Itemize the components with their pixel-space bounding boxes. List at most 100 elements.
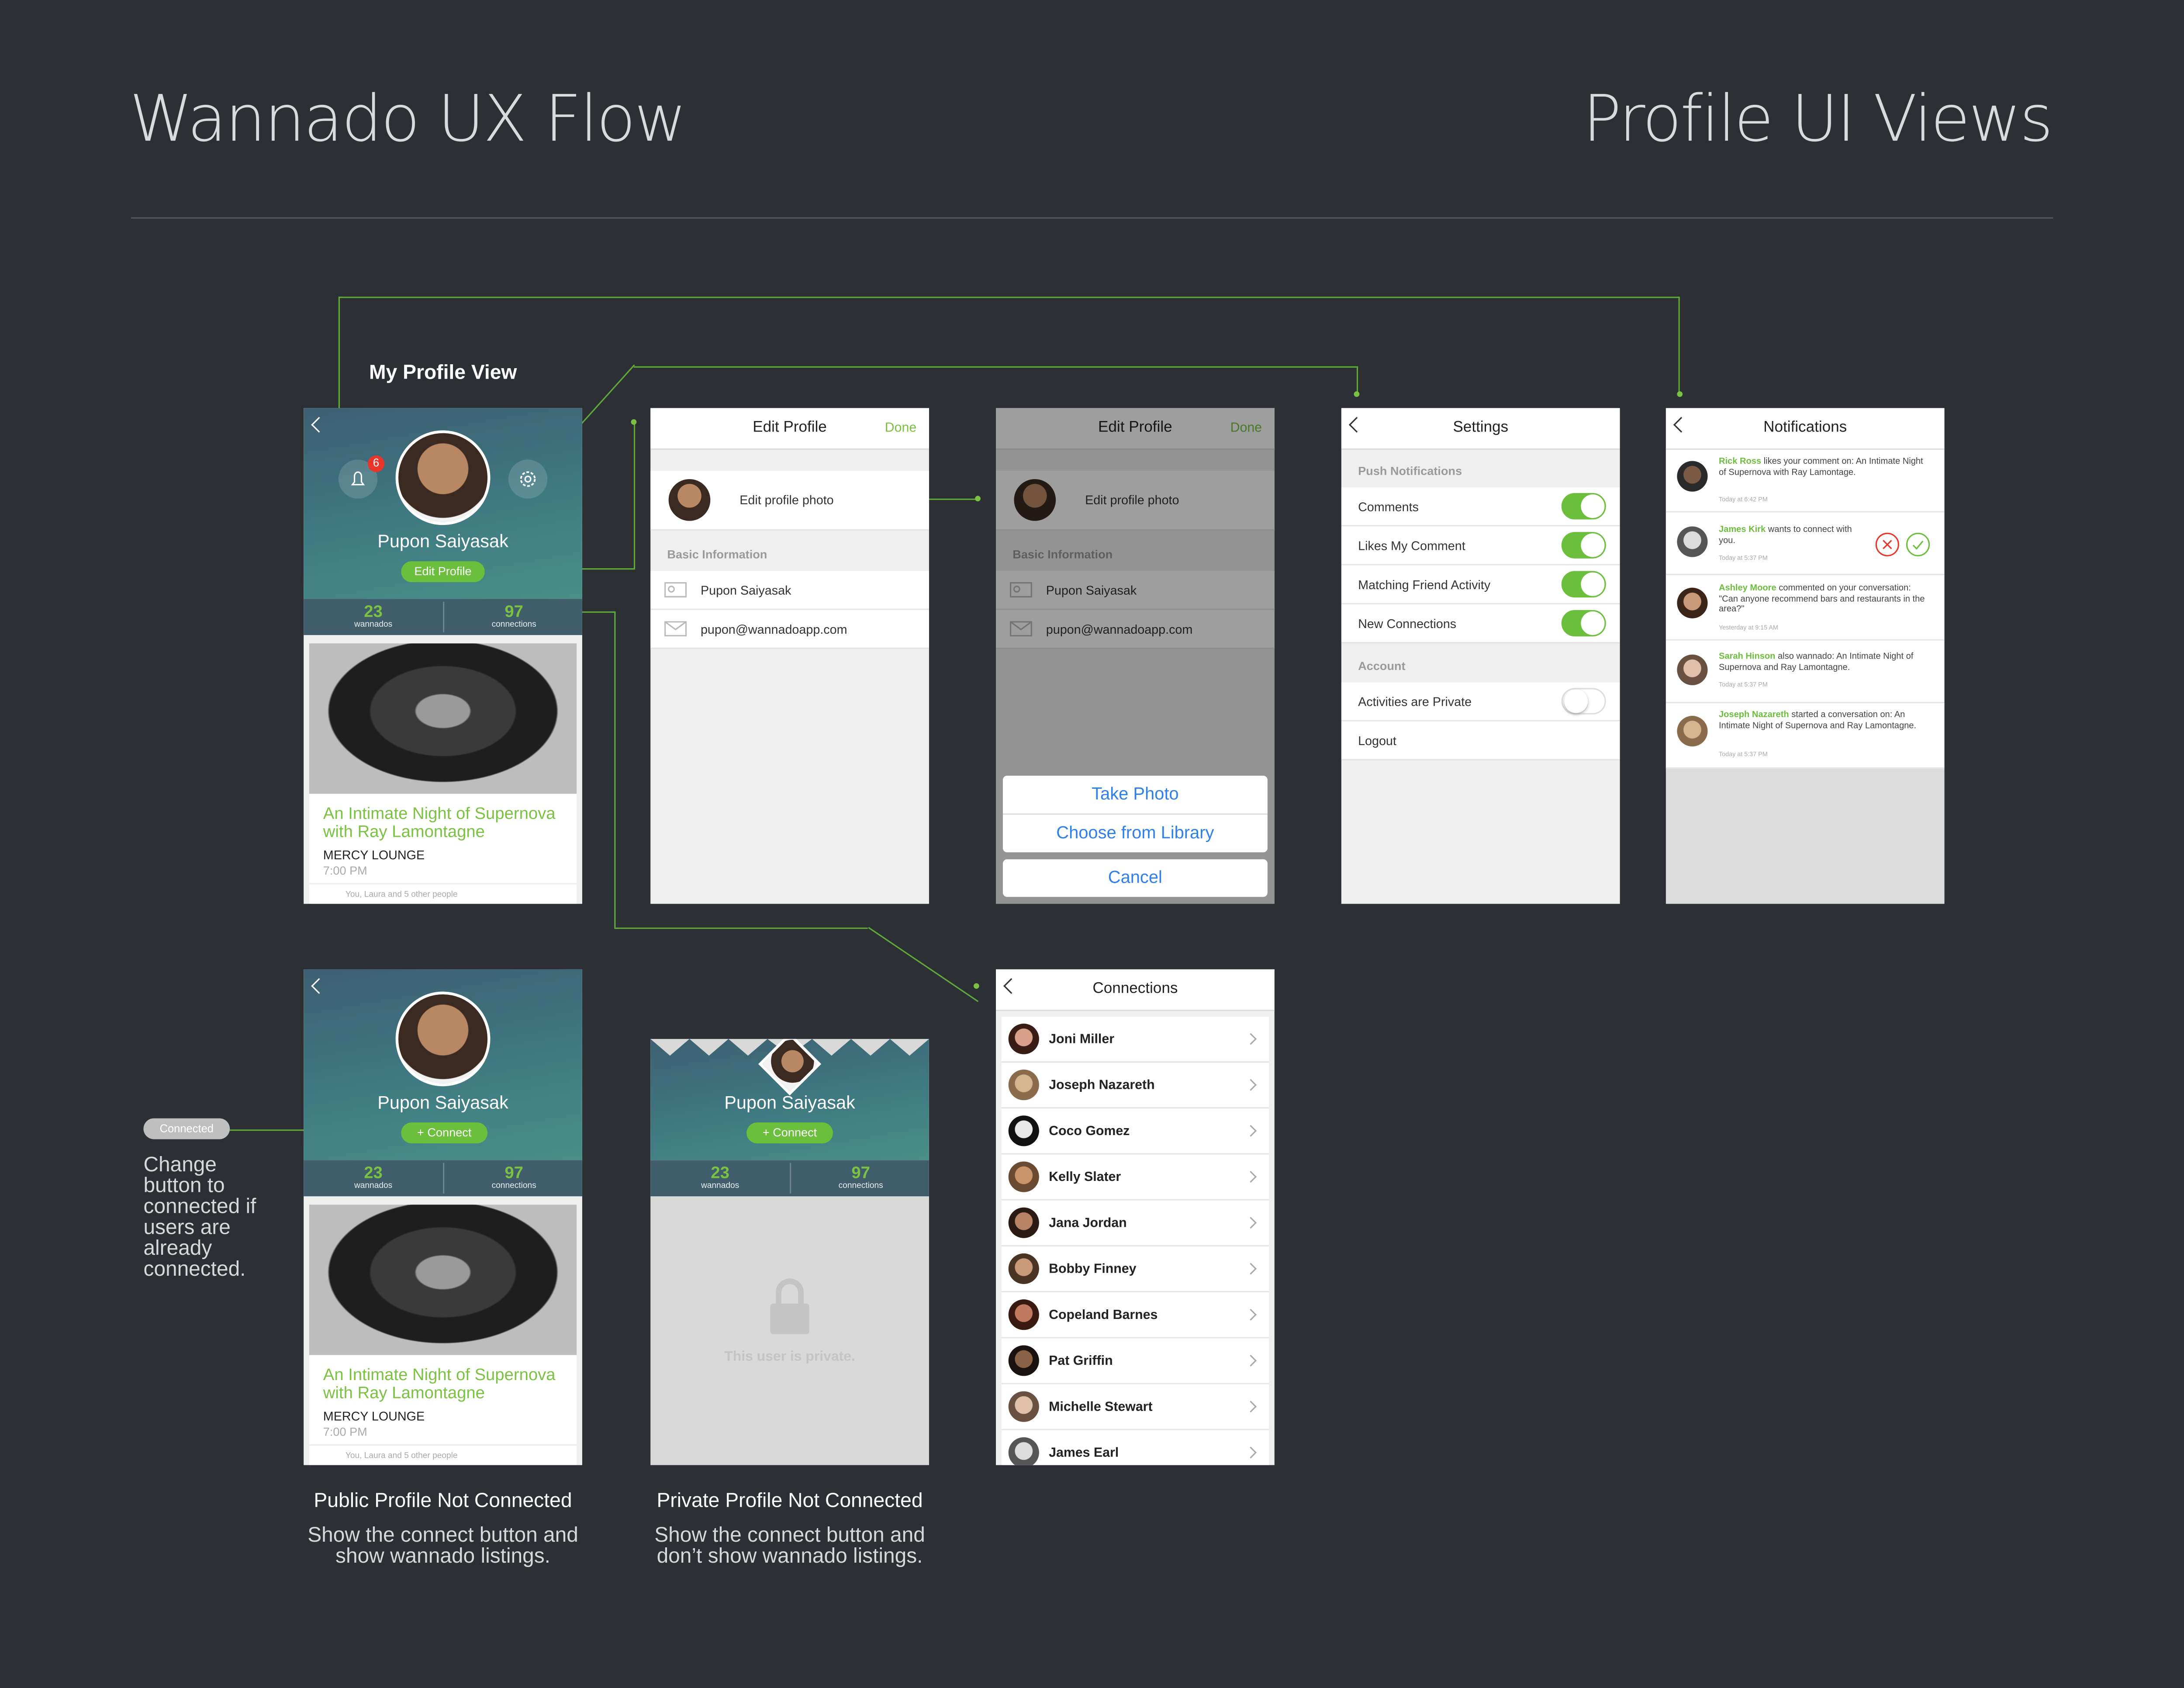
wannado-card[interactable]: An Intimate Night of Supernova with Ray … [309, 794, 577, 904]
name-row[interactable]: Pupon Saiyasak [650, 571, 929, 610]
my-profile-screen: 6 Pupon Saiyasak Edit Profile 23 wannado… [304, 408, 582, 904]
new-connections-toggle[interactable] [1561, 610, 1606, 637]
connection-avatar [1008, 1253, 1039, 1284]
profile-stats: 23 wannados 97 connections [304, 1160, 582, 1197]
event-title[interactable]: An Intimate Night of Supernova with Ray … [323, 804, 574, 841]
connection-row[interactable]: Michelle Stewart [1001, 1384, 1269, 1430]
wannados-count[interactable]: 23 [332, 602, 415, 621]
edit-profile-button[interactable]: Edit Profile [401, 561, 485, 582]
event-venue: MERCY LOUNGE [323, 1409, 425, 1423]
accept-check-icon[interactable] [1905, 532, 1930, 557]
connection-name: James Earl [1049, 1445, 1119, 1461]
connection-name: Copeland Barnes [1049, 1308, 1158, 1323]
public-caption-title: Public Profile Not Connected [314, 1490, 572, 1513]
connection-row[interactable]: Coco Gomez [1001, 1108, 1269, 1155]
connection-row[interactable]: James Earl [1001, 1430, 1269, 1465]
setting-row-likes: Likes My Comment [1341, 526, 1620, 566]
card-divider [309, 883, 577, 884]
setting-row-private: Activities are Private [1341, 682, 1620, 721]
push-notifications-header: Push Notifications [1358, 463, 1462, 478]
notification-avatar [1677, 587, 1708, 618]
flow-line [633, 422, 636, 570]
flow-dot [1677, 391, 1683, 397]
done-button[interactable]: Done [885, 421, 916, 436]
take-photo-button[interactable]: Take Photo [1002, 776, 1268, 815]
nav-title: Connections [1092, 980, 1178, 998]
likes-toggle[interactable] [1561, 532, 1606, 559]
notification-item[interactable]: Rick Ross likes your comment on: An Inti… [1666, 449, 1945, 513]
notification-time: Today at 6:42 PM [1718, 496, 1768, 503]
comments-toggle[interactable] [1561, 493, 1606, 520]
connection-row[interactable]: Jana Jordan [1001, 1200, 1269, 1246]
setting-row-friend-activity: Matching Friend Activity [1341, 565, 1620, 604]
row-chevron-icon [1245, 1354, 1257, 1367]
edit-photo-row[interactable]: Edit profile photo [650, 470, 929, 531]
edit-photo-label: Edit profile photo [740, 493, 834, 507]
nav-bar: Notifications [1666, 408, 1945, 450]
notifications-screen: Notifications Rick Ross likes your comme… [1666, 408, 1945, 904]
cancel-button[interactable]: Cancel [1002, 859, 1268, 897]
private-toggle[interactable] [1561, 688, 1606, 715]
profile-name: Pupon Saiyasak [724, 1092, 855, 1113]
flow-line [614, 927, 868, 929]
private-caption-desc: Show the connect button and don’t show w… [654, 1523, 925, 1568]
private-caption-title: Private Profile Not Connected [657, 1490, 923, 1513]
connected-annotation: Change button to connected if users are … [143, 1153, 256, 1281]
notification-item[interactable]: Joseph Nazareth started a conversation o… [1666, 703, 1945, 769]
connection-name: Bobby Finney [1049, 1262, 1137, 1277]
back-chevron-icon[interactable] [311, 978, 327, 994]
connections-count[interactable]: 97 [472, 1163, 556, 1183]
notification-item[interactable]: Ashley Moore commented on your conversat… [1666, 575, 1945, 641]
event-title[interactable]: An Intimate Night of Supernova with Ray … [323, 1366, 574, 1402]
row-chevron-icon [1245, 1263, 1257, 1275]
wannados-count[interactable]: 23 [678, 1163, 762, 1183]
notification-item[interactable]: James Kirk wants to connect with you. To… [1666, 512, 1945, 575]
notification-time: Yesterday at 9:15 AM [1718, 624, 1778, 631]
public-caption-desc: Show the connect button and show wannado… [308, 1523, 578, 1568]
profile-name: Pupon Saiyasak [377, 1092, 508, 1113]
connection-row[interactable]: Pat Griffin [1001, 1338, 1269, 1384]
notification-count-badge: 6 [367, 455, 385, 473]
connection-avatar [1008, 1345, 1039, 1376]
connection-row[interactable]: Joseph Nazareth [1001, 1063, 1269, 1109]
profile-hero: 6 Pupon Saiyasak Edit Profile [304, 408, 582, 599]
email-row[interactable]: pupon@wannadoapp.com [650, 610, 929, 649]
wannado-event-photo[interactable] [309, 1205, 577, 1355]
wannado-event-photo[interactable] [309, 643, 577, 794]
edit-avatar [668, 479, 711, 521]
connection-row[interactable]: Bobby Finney [1001, 1246, 1269, 1293]
stats-divider [443, 601, 445, 632]
reject-x-icon[interactable] [1875, 532, 1900, 557]
notification-time: Today at 5:37 PM [1718, 750, 1768, 758]
setting-row-comments: Comments [1341, 487, 1620, 527]
wannados-label: wannados [701, 1182, 740, 1191]
settings-button[interactable] [508, 459, 548, 499]
back-chevron-icon[interactable] [311, 417, 327, 433]
flow-dot [975, 496, 981, 501]
connection-row[interactable]: Joni Miller [1001, 1016, 1269, 1063]
profile-hero: Pupon Saiyasak + Connect [304, 969, 582, 1160]
connection-row[interactable]: Copeland Barnes [1001, 1292, 1269, 1339]
connections-count[interactable]: 97 [819, 1163, 902, 1183]
friend-activity-toggle[interactable] [1561, 571, 1606, 597]
connection-name: Coco Gomez [1049, 1124, 1130, 1139]
logout-row[interactable]: Logout [1341, 721, 1620, 761]
connect-button[interactable]: + Connect [401, 1122, 488, 1144]
nav-bar: Edit Profile Done [650, 408, 929, 450]
private-message: This user is private. [724, 1349, 855, 1365]
choose-library-button[interactable]: Choose from Library [1002, 815, 1268, 853]
wannados-count[interactable]: 23 [332, 1163, 415, 1183]
wannados-label: wannados [354, 1182, 393, 1191]
setting-label: Likes My Comment [1358, 539, 1465, 553]
connection-name: Kelly Slater [1049, 1170, 1121, 1185]
flow-line [614, 611, 616, 928]
setting-label: New Connections [1358, 617, 1457, 631]
profile-stats: 23 wannados 97 connections [650, 1160, 929, 1197]
connect-button[interactable]: + Connect [746, 1122, 833, 1144]
notification-item[interactable]: Sarah Hinson also wannado: An Intimate N… [1666, 640, 1945, 704]
nav-title: Notifications [1763, 419, 1847, 436]
connection-row[interactable]: Kelly Slater [1001, 1154, 1269, 1201]
connections-count[interactable]: 97 [472, 602, 556, 621]
event-time: 7:00 PM [323, 863, 367, 877]
wannado-card[interactable]: An Intimate Night of Supernova with Ray … [309, 1355, 577, 1465]
